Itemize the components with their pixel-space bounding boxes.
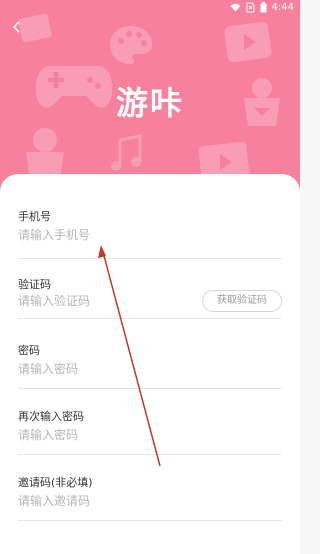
- phone-field: 手机号: [18, 202, 282, 259]
- sim-no-signal-icon: [246, 2, 255, 13]
- wifi-icon: [230, 3, 241, 12]
- password-label: 密码: [18, 344, 40, 357]
- palette-icon: [110, 26, 152, 64]
- register-form: 手机号 验证码 获取验证码 密码 再次输入密码 邀请码(非必填): [0, 174, 300, 554]
- phone-input[interactable]: [18, 228, 188, 242]
- chevron-left-icon: [12, 21, 20, 33]
- phone-label: 手机号: [18, 210, 51, 223]
- password-input[interactable]: [18, 362, 188, 376]
- password-confirm-field: 再次输入密码: [18, 402, 282, 455]
- page-title: 游咔: [115, 84, 184, 122]
- password-confirm-input[interactable]: [18, 428, 188, 442]
- invite-label: 邀请码(非必填): [18, 476, 93, 489]
- header-banner: 4:44 游咔: [0, 0, 300, 200]
- music-note-icon: [111, 134, 142, 171]
- video-player-icon: [224, 21, 272, 63]
- back-button[interactable]: [12, 20, 28, 36]
- password-confirm-label: 再次输入密码: [18, 410, 84, 423]
- status-time: 4:44: [271, 2, 294, 13]
- battery-icon: [260, 2, 267, 13]
- invite-input[interactable]: [18, 494, 188, 508]
- invite-field: 邀请码(非必填): [18, 468, 282, 521]
- get-code-button[interactable]: 获取验证码: [202, 290, 282, 312]
- code-field: 验证码 获取验证码: [18, 270, 282, 319]
- status-bar: 4:44: [0, 0, 300, 16]
- code-label: 验证码: [18, 278, 51, 291]
- password-field: 密码: [18, 336, 282, 389]
- code-input[interactable]: [18, 294, 188, 308]
